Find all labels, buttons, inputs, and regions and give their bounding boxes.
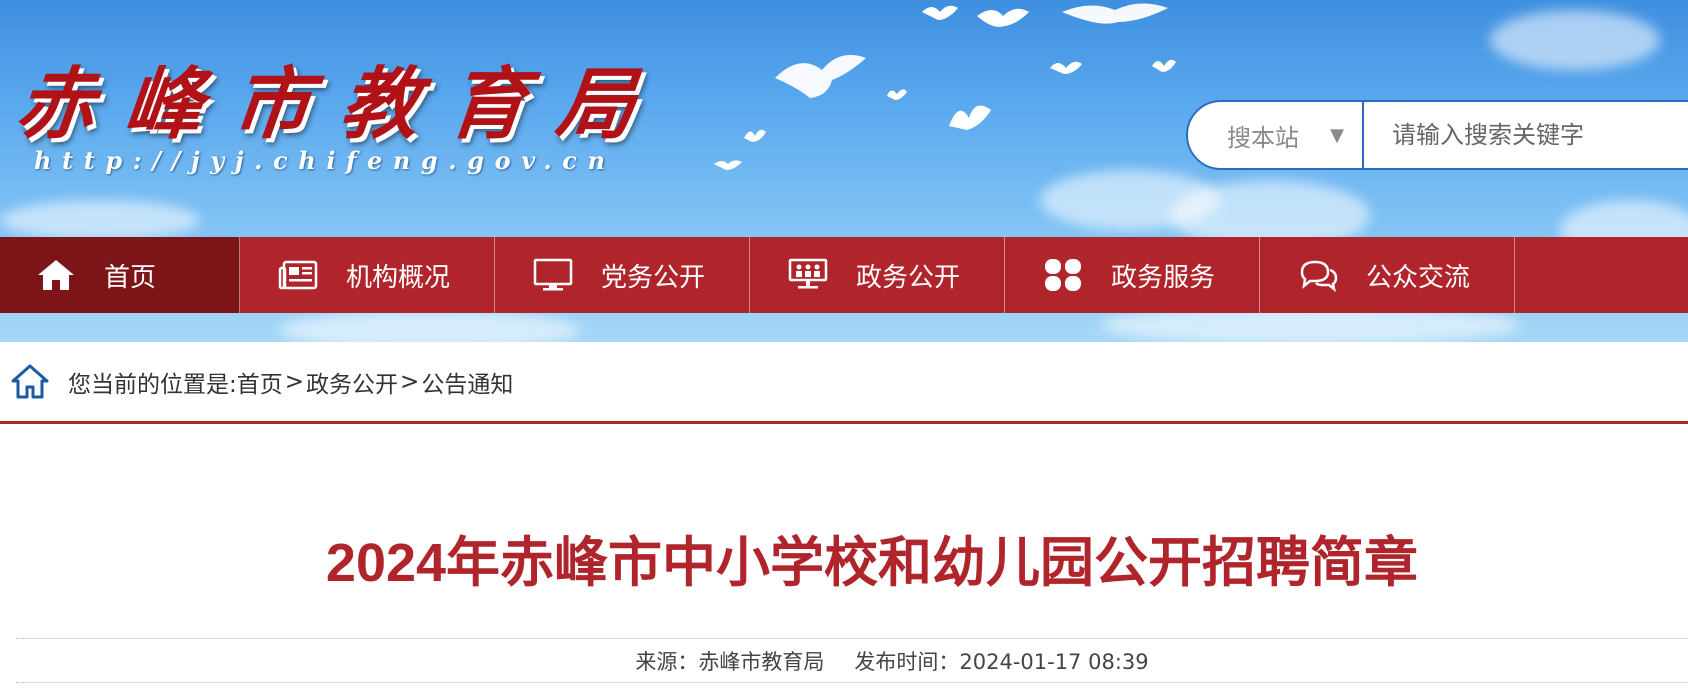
- chevron-down-icon: ▼: [1330, 124, 1344, 146]
- search-box: 搜本站 ▼: [1186, 100, 1688, 170]
- article-title: 2024年赤峰市中小学校和幼儿园公开招聘简章: [325, 533, 1419, 593]
- chat-icon: [1298, 257, 1338, 293]
- dove-icon: [714, 160, 742, 170]
- nav-label: 党务公开: [601, 262, 706, 293]
- breadcrumb-government-affairs-link[interactable]: 政务公开: [306, 365, 398, 399]
- nav-label: 政务服务: [1111, 262, 1216, 293]
- breadcrumb-prefix: 您当前的位置是:: [68, 371, 237, 398]
- breadcrumb-separator: >: [284, 368, 305, 395]
- dove-icon: [1062, 3, 1168, 24]
- breadcrumb: 您当前的位置是: 首页 > 政务公开 > 公告通知: [0, 342, 1688, 424]
- dove-icon: [775, 54, 866, 98]
- newspaper-icon: [278, 257, 318, 293]
- search-input[interactable]: [1364, 102, 1688, 168]
- monitor-icon: [533, 257, 573, 293]
- cloud: [1490, 10, 1660, 70]
- cloud: [280, 310, 580, 342]
- article-meta: 来源：赤峰市教育局 发布时间：2024-01-17 08:39: [16, 638, 1688, 683]
- meeting-icon: [788, 257, 828, 293]
- dove-icon: [1050, 61, 1082, 74]
- breadcrumb-home-link[interactable]: 首页: [237, 365, 283, 399]
- dove-icon: [922, 5, 958, 20]
- home-icon: [36, 257, 76, 293]
- site-title[interactable]: 赤峰市教育局: [12, 42, 672, 150]
- clover-icon: [1043, 257, 1083, 293]
- main-nav: 首页 机构概况 党务公开 政务公开 政务服务 公众交流: [0, 237, 1688, 313]
- nav-label: 政务公开: [856, 262, 961, 293]
- article-source: 来源：赤峰市教育局: [635, 649, 825, 674]
- nav-label: 公众交流: [1366, 262, 1471, 293]
- article-publish-time: 发布时间：2024-01-17 08:39: [854, 649, 1149, 674]
- dove-icon: [1152, 59, 1176, 72]
- cloud: [0, 200, 200, 240]
- dove-icon: [744, 129, 766, 142]
- breadcrumb-separator: >: [400, 368, 420, 395]
- home-icon[interactable]: [10, 362, 50, 402]
- dove-icon: [977, 8, 1029, 27]
- search-scope-label: 搜本站: [1227, 123, 1299, 152]
- breadcrumb-notices-link[interactable]: 公告通知: [421, 365, 513, 399]
- site-url: http://jyj.chifeng.gov.cn: [34, 146, 616, 175]
- nav-item-government-affairs[interactable]: 政务公开: [750, 237, 1005, 313]
- dove-icon: [949, 105, 991, 130]
- search-scope-select[interactable]: 搜本站 ▼: [1188, 102, 1364, 168]
- nav-item-home[interactable]: 首页: [0, 237, 240, 313]
- nav-label: 机构概况: [346, 262, 451, 293]
- dove-icon: [887, 89, 907, 100]
- nav-label: 首页: [104, 262, 157, 293]
- nav-item-organization[interactable]: 机构概况: [240, 237, 495, 313]
- nav-item-party-affairs[interactable]: 党务公开: [495, 237, 750, 313]
- nav-item-government-services[interactable]: 政务服务: [1005, 237, 1260, 313]
- nav-item-public-exchange[interactable]: 公众交流: [1260, 237, 1515, 313]
